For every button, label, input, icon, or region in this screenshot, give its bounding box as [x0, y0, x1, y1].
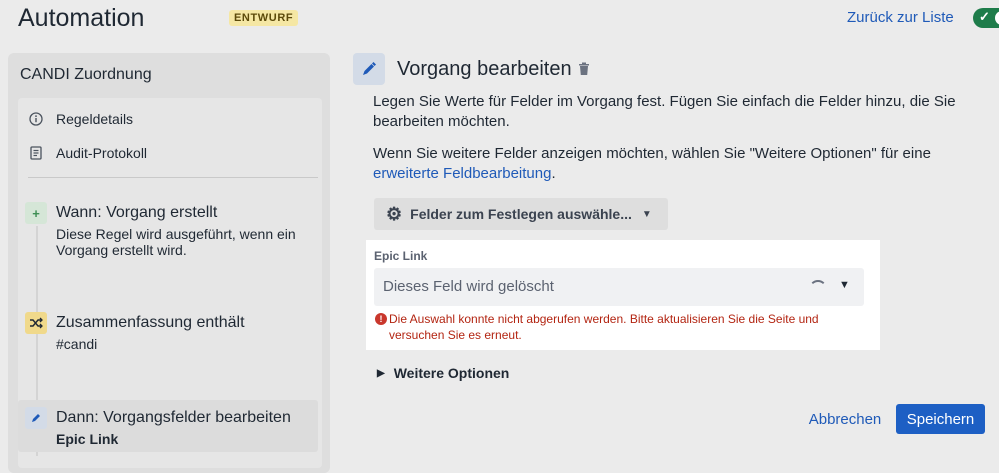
pencil-icon — [353, 53, 385, 85]
shuffle-icon — [25, 312, 47, 334]
plus-icon: + — [25, 202, 47, 224]
sidebar-divider — [28, 177, 318, 178]
more-info-text: Wenn Sie weitere Felder anzeigen möchten… — [373, 144, 973, 184]
menu-item-label: Audit-Protokoll — [56, 145, 148, 161]
page-title: Automation — [18, 4, 145, 32]
info-icon — [28, 111, 44, 127]
document-icon — [28, 145, 44, 161]
error-message: Die Auswahl konnte nicht abgerufen werde… — [389, 312, 819, 342]
select-value: Dieses Feld wird gelöscht — [383, 278, 554, 295]
step-description: Epic Link — [56, 431, 119, 447]
step-description: Diese Regel wird ausgeführt, wenn ein Vo… — [56, 226, 296, 258]
checkmark-icon: ✓ — [979, 9, 990, 24]
back-to-list-link[interactable]: Zurück zur Liste — [847, 9, 954, 26]
rule-name: CANDI Zuordnung — [20, 66, 152, 83]
more-info-suffix: . — [551, 165, 556, 182]
trash-icon[interactable] — [578, 62, 592, 76]
menu-item-rule-details[interactable]: Regeldetails — [28, 111, 133, 127]
advanced-editing-link[interactable]: erweiterte Feldbearbeitung — [373, 165, 551, 182]
chevron-down-icon: ▼ — [839, 279, 850, 291]
more-options-toggle[interactable]: ▶ Weitere Optionen — [377, 365, 509, 381]
status-badge: ENTWURF — [229, 10, 299, 26]
gear-icon: ⚙ — [386, 203, 403, 224]
chevron-right-icon: ▶ — [377, 367, 385, 379]
chevron-down-icon: ▼ — [641, 208, 652, 220]
menu-item-label: Regeldetails — [56, 111, 134, 127]
error-icon: ! — [375, 313, 387, 325]
more-info-prefix: Wenn Sie weitere Felder anzeigen möchten… — [373, 145, 931, 162]
action-title: Vorgang bearbeiten — [397, 58, 572, 80]
toggle-knob — [995, 11, 999, 25]
step-description: #candi — [56, 336, 98, 352]
rule-enabled-toggle[interactable]: ✓ — [973, 8, 999, 28]
step-title: Wann: Vorgang erstellt — [56, 204, 218, 221]
step-title: Zusammenfassung enthält — [56, 314, 245, 331]
more-options-label: Weitere Optionen — [393, 365, 510, 381]
intro-text: Legen Sie Werte für Felder im Vorgang fe… — [373, 93, 956, 130]
menu-item-audit-log[interactable]: Audit-Protokoll — [28, 145, 147, 161]
cancel-button[interactable]: Abbrechen — [805, 404, 885, 434]
choose-fields-button[interactable]: ⚙ Felder zum Festlegen auswähle... ▼ — [374, 198, 668, 230]
loading-spinner-icon — [809, 280, 827, 298]
epic-link-select[interactable]: Dieses Feld wird gelöscht ▼ — [374, 268, 864, 306]
field-label: Epic Link — [374, 249, 428, 263]
save-button[interactable]: Speichern — [896, 404, 985, 434]
step-title: Dann: Vorgangsfelder bearbeiten — [56, 409, 291, 426]
pencil-icon — [25, 407, 47, 429]
choose-fields-label: Felder zum Festlegen auswähle... — [410, 206, 632, 222]
